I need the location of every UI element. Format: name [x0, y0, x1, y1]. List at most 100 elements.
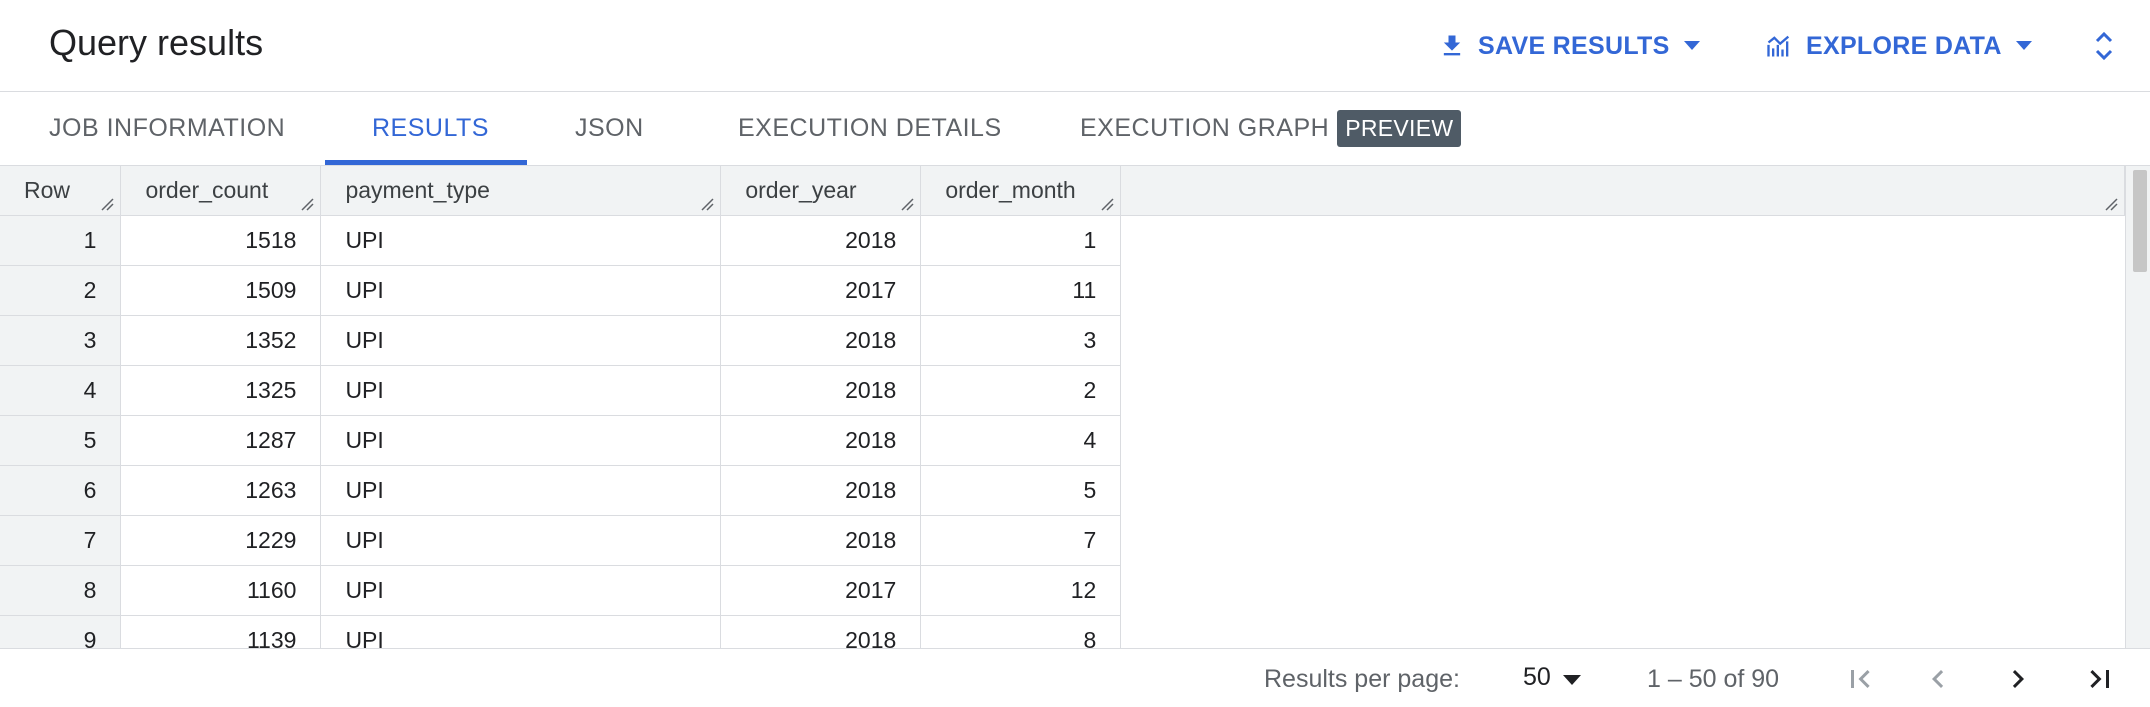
- save-results-button[interactable]: SAVE RESULTS: [1438, 26, 1700, 66]
- order-month-cell[interactable]: 5: [920, 465, 1122, 516]
- scrollbar-thumb[interactable]: [2133, 170, 2147, 272]
- tab-execution-graph[interactable]: EXECUTION GRAPH PREVIEW: [1080, 92, 1462, 165]
- tab-json[interactable]: JSON: [575, 92, 644, 165]
- filler-cell: [1121, 565, 2125, 615]
- resize-handle-icon: [301, 197, 314, 211]
- resize-handle-icon: [101, 197, 114, 211]
- resize-handle-icon: [1101, 197, 1114, 211]
- results-per-page-value: 50: [1523, 663, 1551, 691]
- order-year-cell[interactable]: 2018: [720, 615, 922, 648]
- order-count-cell[interactable]: 1518: [120, 215, 322, 266]
- resize-handle-icon: [701, 197, 714, 211]
- tab-execution-graph-label: EXECUTION GRAPH: [1080, 114, 1330, 142]
- tab-execution-details[interactable]: EXECUTION DETAILS: [738, 92, 1002, 165]
- unfold-icon: [2084, 31, 2124, 70]
- order-year-cell[interactable]: 2018: [720, 215, 922, 266]
- filler-cell: [1121, 515, 2125, 565]
- row-number-cell: 3: [0, 315, 122, 366]
- result-tabs: JOB INFORMATION RESULTS JSON EXECUTION D…: [0, 92, 2150, 166]
- column-header-row[interactable]: Row: [0, 166, 122, 216]
- table-row: 3 1352 UPI 2018 3: [0, 315, 2125, 366]
- row-number-cell: 4: [0, 365, 122, 416]
- order-year-cell[interactable]: 2018: [720, 415, 922, 466]
- payment-type-cell[interactable]: UPI: [320, 565, 722, 616]
- next-page-button[interactable]: [2000, 661, 2036, 697]
- column-header-payment-type[interactable]: payment_type: [320, 166, 722, 216]
- order-month-cell[interactable]: 8: [920, 615, 1122, 648]
- tab-job-information[interactable]: JOB INFORMATION: [49, 92, 285, 165]
- row-number-cell: 1: [0, 215, 122, 266]
- resize-handle-icon: [901, 197, 914, 211]
- payment-type-cell[interactable]: UPI: [320, 515, 722, 566]
- order-year-cell[interactable]: 2017: [720, 265, 922, 316]
- table-row: 8 1160 UPI 2017 12: [0, 565, 2125, 616]
- order-month-cell[interactable]: 2: [920, 365, 1122, 416]
- table-row: 9 1139 UPI 2018 8: [0, 615, 2125, 648]
- pagination-bar: Results per page: 50 1 – 50 of 90: [0, 648, 2150, 707]
- table-row: 2 1509 UPI 2017 11: [0, 265, 2125, 316]
- payment-type-cell[interactable]: UPI: [320, 365, 722, 416]
- payment-type-cell[interactable]: UPI: [320, 265, 722, 316]
- column-header-order-month[interactable]: order_month: [920, 166, 1122, 216]
- filler-cell: [1121, 415, 2125, 465]
- column-header-order-year[interactable]: order_year: [720, 166, 922, 216]
- table-row: 7 1229 UPI 2018 7: [0, 515, 2125, 566]
- filler-cell: [1121, 215, 2125, 265]
- active-tab-indicator: [325, 160, 527, 165]
- order-year-cell[interactable]: 2018: [720, 365, 922, 416]
- table-header-row: Row order_count payment_type order_year …: [0, 166, 2125, 216]
- table-row: 5 1287 UPI 2018 4: [0, 415, 2125, 466]
- order-month-cell[interactable]: 3: [920, 315, 1122, 366]
- results-grid: Row order_count payment_type order_year …: [0, 166, 2125, 648]
- results-table: Row order_count payment_type order_year …: [0, 166, 2125, 648]
- caret-down-icon: [1683, 41, 1700, 51]
- tab-results[interactable]: RESULTS: [372, 92, 489, 165]
- order-month-cell[interactable]: 12: [920, 565, 1122, 616]
- payment-type-cell[interactable]: UPI: [320, 615, 722, 648]
- order-month-cell[interactable]: 1: [920, 215, 1122, 266]
- order-count-cell[interactable]: 1229: [120, 515, 322, 566]
- order-year-cell[interactable]: 2018: [720, 315, 922, 366]
- row-number-cell: 5: [0, 415, 122, 466]
- order-year-cell[interactable]: 2018: [720, 515, 922, 566]
- table-row: 1 1518 UPI 2018 1: [0, 215, 2125, 266]
- filler-cell: [1121, 365, 2125, 415]
- payment-type-cell[interactable]: UPI: [320, 215, 722, 266]
- last-page-button[interactable]: [2082, 661, 2118, 697]
- order-count-cell[interactable]: 1509: [120, 265, 322, 316]
- column-header-filler: [1120, 166, 2125, 216]
- order-count-cell[interactable]: 1139: [120, 615, 322, 648]
- first-page-icon: [1842, 661, 1878, 697]
- payment-type-cell[interactable]: UPI: [320, 415, 722, 466]
- payment-type-cell[interactable]: UPI: [320, 465, 722, 516]
- chevron-right-icon: [2000, 661, 2036, 697]
- previous-page-button[interactable]: [1920, 661, 1956, 697]
- caret-down-icon: [2015, 41, 2032, 51]
- explore-data-label: EXPLORE DATA: [1806, 31, 2002, 60]
- expand-collapse-button[interactable]: [2084, 26, 2124, 66]
- order-count-cell[interactable]: 1160: [120, 565, 322, 616]
- payment-type-cell[interactable]: UPI: [320, 315, 722, 366]
- row-number-cell: 9: [0, 615, 122, 648]
- explore-data-button[interactable]: EXPLORE DATA: [1764, 26, 2032, 66]
- order-month-cell[interactable]: 4: [920, 415, 1122, 466]
- filler-cell: [1121, 615, 2125, 648]
- chevron-left-icon: [1920, 661, 1956, 697]
- results-per-page-select[interactable]: 50: [1523, 663, 1581, 692]
- page-title: Query results: [49, 22, 264, 63]
- order-month-cell[interactable]: 11: [920, 265, 1122, 316]
- download-icon: [1438, 31, 1466, 61]
- order-month-cell[interactable]: 7: [920, 515, 1122, 566]
- order-count-cell[interactable]: 1287: [120, 415, 322, 466]
- column-header-order-count[interactable]: order_count: [120, 166, 322, 216]
- order-count-cell[interactable]: 1263: [120, 465, 322, 516]
- resize-handle-icon: [2105, 197, 2118, 211]
- order-count-cell[interactable]: 1325: [120, 365, 322, 416]
- order-year-cell[interactable]: 2017: [720, 565, 922, 616]
- order-year-cell[interactable]: 2018: [720, 465, 922, 516]
- first-page-button[interactable]: [1842, 661, 1878, 697]
- order-count-cell[interactable]: 1352: [120, 315, 322, 366]
- preview-badge: PREVIEW: [1337, 110, 1462, 147]
- filler-cell: [1121, 315, 2125, 365]
- last-page-icon: [2082, 661, 2118, 697]
